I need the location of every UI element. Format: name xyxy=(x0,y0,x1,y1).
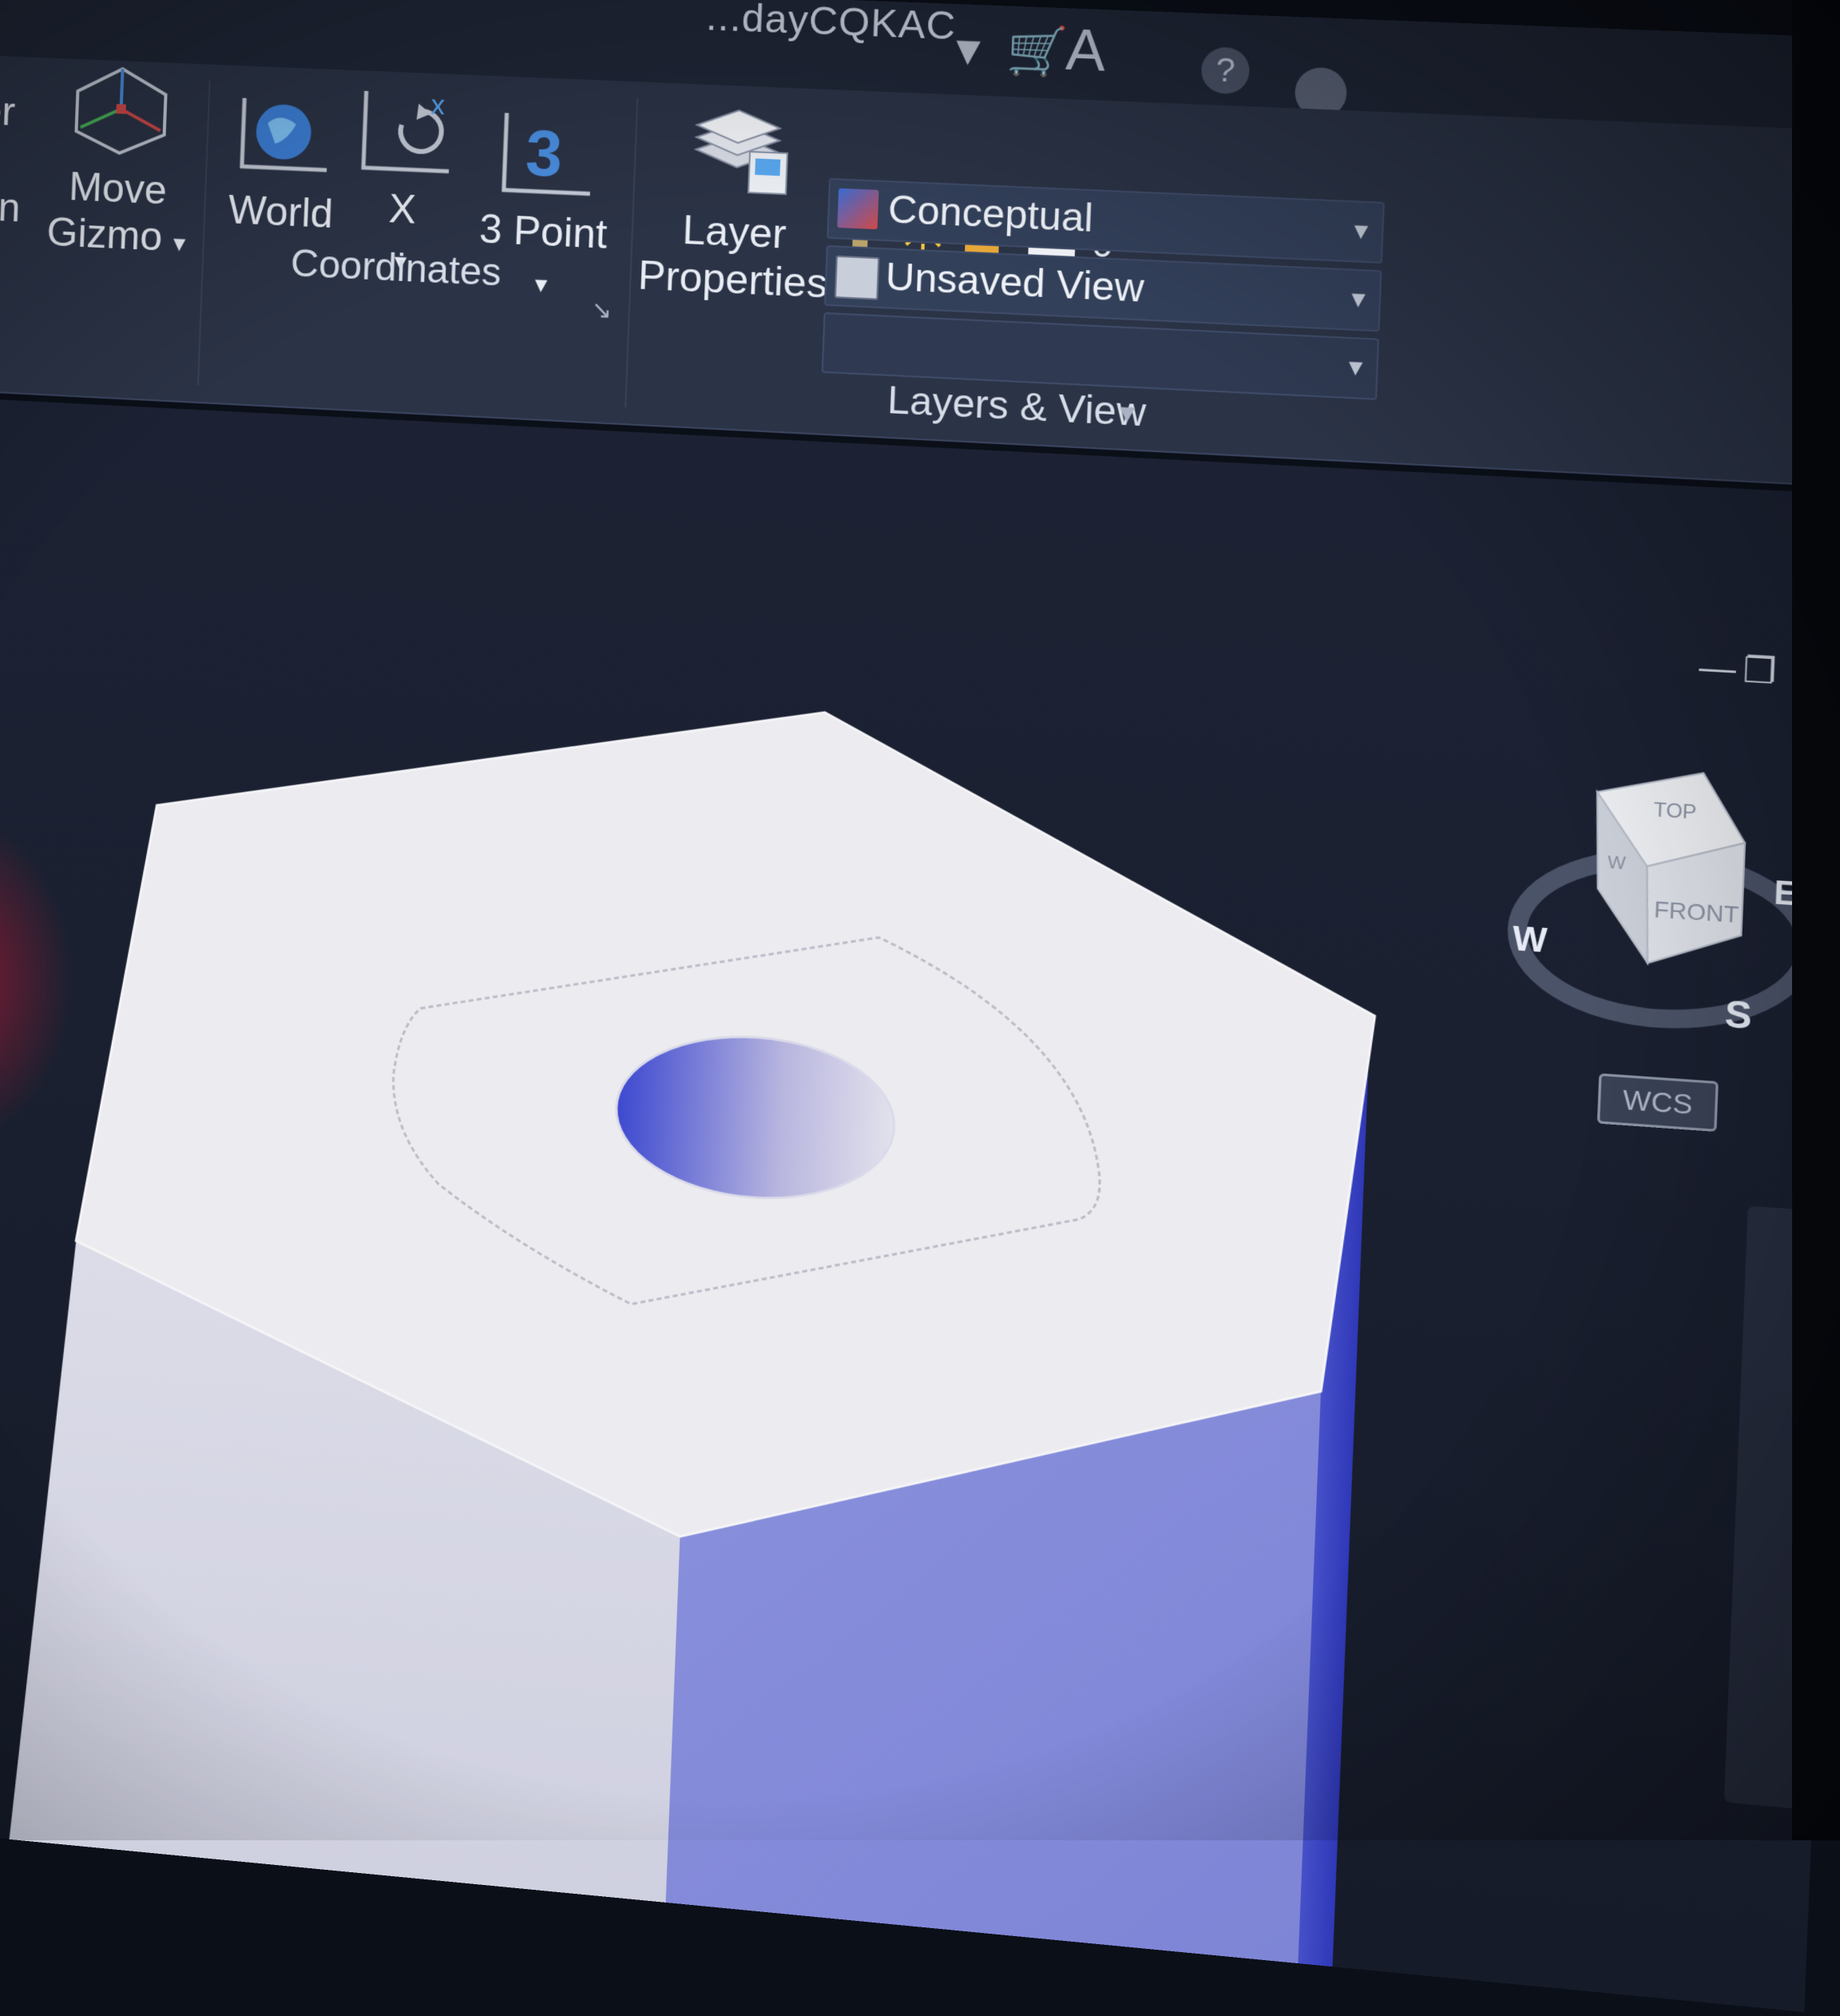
viewcube-top-label: TOP xyxy=(1653,799,1697,824)
cart-icon[interactable]: 🛒 xyxy=(1005,22,1069,81)
ucs-world-button[interactable]: World xyxy=(228,89,338,237)
viewcube[interactable]: TOP FRONT W W E S xyxy=(1490,736,1837,1076)
wcs-menu-button[interactable]: WCS xyxy=(1597,1073,1719,1132)
visual-style-label: Conceptual xyxy=(887,187,1094,241)
layer-properties-label-1: Layer xyxy=(681,207,787,257)
move-gizmo-icon xyxy=(63,58,179,159)
app-window: ...dayCQKAC ▾ 🛒 A ? — ❐ ✕ er on Move Giz… xyxy=(0,0,1840,1986)
panel-separator xyxy=(625,98,638,407)
viewcube-front-label: FRONT xyxy=(1653,896,1739,927)
quick-access-dropdown[interactable]: ▾ xyxy=(955,21,981,77)
svg-text:x: x xyxy=(430,89,446,121)
panel-separator xyxy=(197,81,211,386)
coordinate-system-chevron-icon[interactable]: ▾ xyxy=(1348,351,1363,383)
move-gizmo-dropdown-icon[interactable]: ▾ xyxy=(172,230,185,257)
world-ucs-icon xyxy=(229,89,338,182)
named-view-chevron-icon[interactable]: ▾ xyxy=(1350,282,1366,314)
compass-w-label[interactable]: W xyxy=(1512,919,1549,960)
partial-panel-label: on xyxy=(0,183,22,231)
three-point-label: 3 Point xyxy=(478,206,608,257)
move-gizmo-button[interactable]: Move Gizmo ▾ xyxy=(46,58,192,268)
hexagonal-prism-model[interactable] xyxy=(0,398,1840,2012)
help-icon[interactable]: ? xyxy=(1200,46,1250,94)
named-view-label: Unsaved View xyxy=(885,255,1145,312)
layer-properties-icon xyxy=(677,100,797,203)
viewcube-left-label: W xyxy=(1607,851,1626,874)
three-point-ucs-icon: 3 xyxy=(491,109,601,202)
layer-properties-button[interactable]: Layer Properties xyxy=(637,98,835,308)
layer-properties-label-2: Properties xyxy=(637,252,828,307)
move-gizmo-label-2: Gizmo xyxy=(46,209,164,260)
three-point-glyph: 3 xyxy=(524,116,563,190)
coordinates-panel-title[interactable]: Coordinates xyxy=(290,241,502,296)
three-point-dropdown-icon[interactable]: ▾ xyxy=(534,271,548,298)
coordinates-launcher-icon[interactable]: ↘ xyxy=(591,296,613,325)
named-view-icon xyxy=(835,256,880,300)
partial-tool-label: er xyxy=(0,87,16,135)
monitor-bezel xyxy=(1792,0,1840,1840)
move-gizmo-label-1: Move xyxy=(68,164,168,213)
account-icon[interactable]: A xyxy=(1065,17,1107,85)
x-label: X xyxy=(388,186,417,232)
visual-style-icon xyxy=(837,189,878,229)
window-title: ...dayCQKAC xyxy=(705,0,957,50)
compass-s-label[interactable]: S xyxy=(1724,992,1753,1038)
rotate-x-icon: x xyxy=(351,86,460,180)
visual-style-chevron-icon[interactable]: ▾ xyxy=(1354,214,1369,246)
world-label: World xyxy=(228,187,334,236)
layers-view-dropdown-icon[interactable]: ▾ xyxy=(1119,395,1136,430)
